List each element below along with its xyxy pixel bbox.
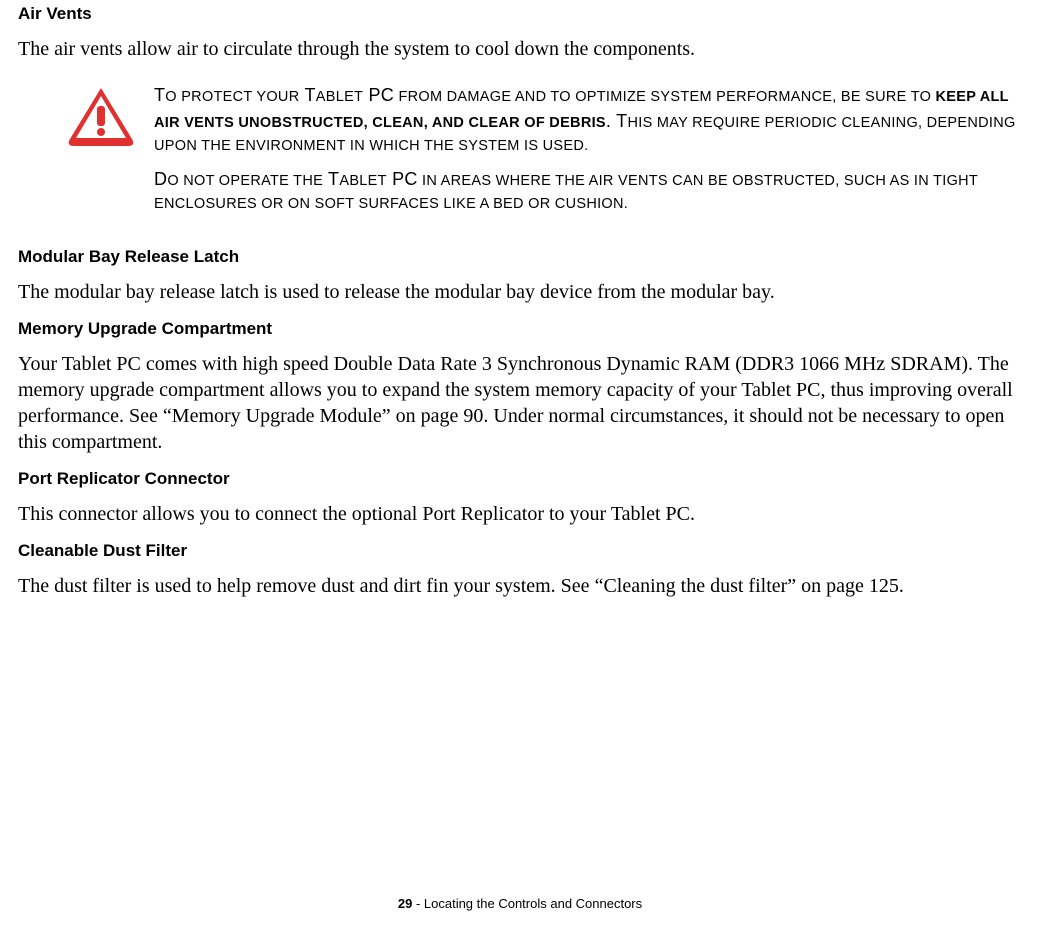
dust-filter-heading: Cleanable Dust Filter [18, 541, 1022, 561]
port-replicator-heading: Port Replicator Connector [18, 469, 1022, 489]
footer-title: Locating the Controls and Connectors [424, 896, 642, 911]
warning-p1-cap3: PC [363, 85, 394, 105]
modular-bay-heading: Modular Bay Release Latch [18, 247, 1022, 267]
warning-p2-seg1: O NOT OPERATE THE [167, 173, 323, 189]
modular-bay-body: The modular bay release latch is used to… [18, 279, 1022, 305]
warning-block: TO PROTECT YOUR TABLET PC FROM DAMAGE AN… [66, 82, 1022, 223]
warning-icon [66, 86, 136, 153]
dust-filter-body: The dust filter is used to help remove d… [18, 573, 1022, 599]
warning-p1-seg1: O PROTECT YOUR [165, 89, 299, 105]
memory-upgrade-body: Your Tablet PC comes with high speed Dou… [18, 351, 1022, 455]
warning-p2-cap1: D [154, 169, 167, 189]
warning-p1-seg3: FROM DAMAGE AND TO OPTIMIZE SYSTEM PERFO… [394, 89, 931, 105]
warning-p2-cap2: T [323, 169, 339, 189]
warning-p1-seg2: ABLET [316, 89, 363, 105]
warning-p1-cap4: . T [606, 111, 628, 131]
page-footer: 29 - Locating the Controls and Connector… [0, 896, 1040, 911]
warning-p2-seg2: ABLET [339, 173, 386, 189]
footer-separator: - [412, 896, 424, 911]
warning-p1-cap2: T [299, 85, 315, 105]
air-vents-heading: Air Vents [18, 4, 1022, 24]
warning-p1-cap1: T [154, 85, 165, 105]
warning-text: TO PROTECT YOUR TABLET PC FROM DAMAGE AN… [154, 82, 1022, 223]
memory-upgrade-heading: Memory Upgrade Compartment [18, 319, 1022, 339]
air-vents-body: The air vents allow air to circulate thr… [18, 36, 1022, 62]
page-number: 29 [398, 896, 412, 911]
port-replicator-body: This connector allows you to connect the… [18, 501, 1022, 527]
warning-p2-cap3: PC [387, 169, 418, 189]
